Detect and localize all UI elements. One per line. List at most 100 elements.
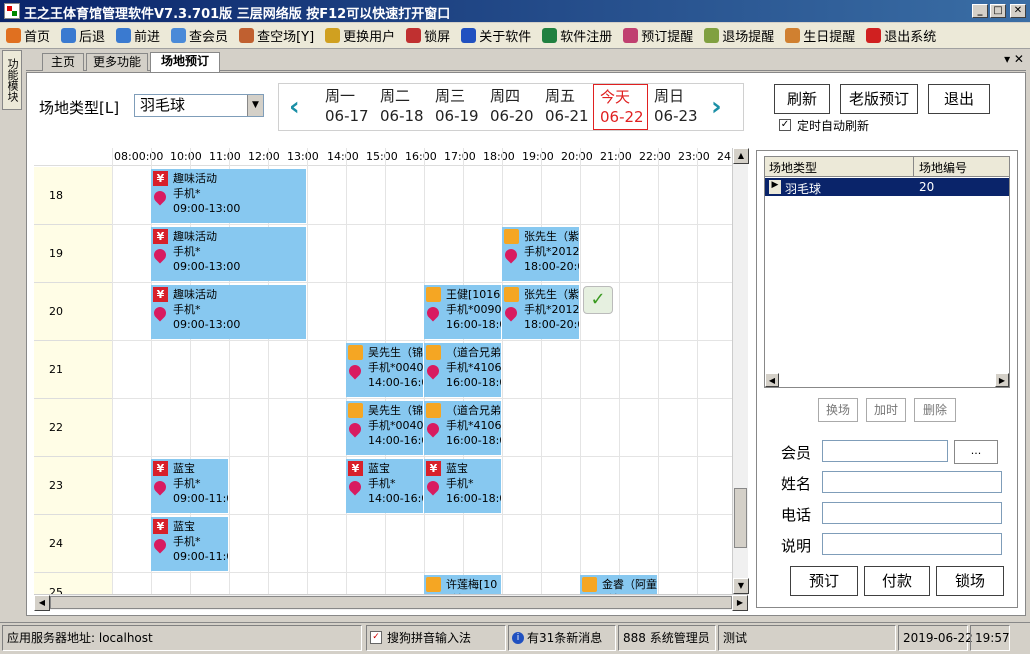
toolbar-search-court-button[interactable]: 查空场[Y]: [239, 26, 314, 45]
close-button[interactable]: ✕: [1010, 4, 1026, 18]
location-pin-icon: [151, 478, 169, 496]
booking-block[interactable]: ¥ 蓝宝 手机* 09:00-11:0: [151, 517, 228, 571]
scroll-thumb[interactable]: [734, 488, 747, 548]
toolbar-home-button[interactable]: 首页: [6, 26, 50, 45]
maximize-button[interactable]: □: [990, 4, 1006, 18]
function-modules-tab[interactable]: 功能模块: [2, 50, 22, 110]
booking-block[interactable]: 王健[1016 手机*0090 16:00-18:0: [424, 285, 501, 339]
toolbar-booking-reminder-button[interactable]: 预订提醒: [623, 26, 693, 45]
booking-block[interactable]: ¥ 趣味活动 手机* 09:00-13:00: [151, 285, 306, 339]
note-field[interactable]: [822, 533, 1002, 555]
booking-block[interactable]: （道合兄弟 手机*4106 16:00-18:0: [424, 401, 501, 455]
toolbar-forward-arrow-button[interactable]: 前进: [116, 26, 160, 45]
grid-column-line: [307, 148, 308, 594]
booking-block[interactable]: 吴先生（锦 手机*0040 14:00-16:0: [346, 401, 423, 455]
old-booking-button[interactable]: 老版预订: [840, 84, 918, 114]
book-button[interactable]: 预订: [790, 566, 858, 596]
booking-time: 16:00-18:0: [446, 318, 501, 331]
paid-icon: ¥: [153, 519, 168, 534]
vertical-scrollbar[interactable]: ▲ ▼: [732, 148, 749, 594]
booking-phone: 手机*4106: [446, 419, 501, 432]
day-date: 06-23: [654, 107, 698, 125]
booking-block[interactable]: ¥ 蓝宝 手机* 14:00-16:0: [346, 459, 423, 513]
switch-user-icon: [325, 28, 341, 43]
booking-block[interactable]: 许莲梅[10手机*: [424, 575, 501, 594]
next-week-icon[interactable]: ›: [711, 92, 722, 122]
booking-phone: 手机*: [368, 477, 396, 490]
scroll-right-icon[interactable]: ▶: [732, 595, 748, 611]
server-address: 应用服务器地址: localhost: [2, 625, 362, 651]
booking-block[interactable]: （道合兄弟 手机*4106 16:00-18:0: [424, 343, 501, 397]
venue-type-label: 场地类型[L]: [39, 99, 120, 117]
toolbar-lock-button[interactable]: 锁屏: [406, 26, 450, 45]
tab-close-icon[interactable]: ▾ ✕: [1004, 52, 1024, 66]
extend-time-button[interactable]: 加时: [866, 398, 906, 422]
refresh-button[interactable]: 刷新: [774, 84, 830, 114]
tab-court-booking[interactable]: 场地预订: [150, 52, 220, 72]
day-06-22[interactable]: 今天 06-22: [593, 84, 648, 130]
minimize-button[interactable]: _: [972, 4, 988, 18]
horizontal-scrollbar[interactable]: ◀ ▶: [34, 594, 748, 611]
toolbar-info-button[interactable]: 关于软件: [461, 26, 531, 45]
booking-block[interactable]: ¥ 趣味活动 手机* 09:00-13:00: [151, 227, 306, 281]
day-06-21[interactable]: 周五 06-21: [539, 84, 594, 130]
toolbar-label: 退出系统: [884, 30, 937, 45]
booking-block[interactable]: 张先生（紫 手机*2012 18:00-20:0: [502, 285, 579, 339]
toolbar-back-arrow-button[interactable]: 后退: [61, 26, 105, 45]
court-number-cell: 20: [919, 180, 935, 194]
ime-status: ✓ 搜狗拼音输入法: [366, 625, 506, 651]
booking-phone: 手机*0040: [368, 361, 423, 374]
toolbar-register-button[interactable]: 软件注册: [542, 26, 612, 45]
day-06-19[interactable]: 周三 06-19: [429, 84, 484, 130]
confirm-check-icon[interactable]: ✓: [583, 286, 613, 314]
toolbar-switch-user-button[interactable]: 更换用户: [325, 26, 395, 45]
day-name: 周二: [380, 87, 411, 105]
location-pin-icon: [151, 188, 169, 206]
member-browse-button[interactable]: ...: [954, 440, 998, 464]
pay-button[interactable]: 付款: [864, 566, 930, 596]
booking-time: 14:00-16:0: [368, 376, 423, 389]
member-field[interactable]: [822, 440, 948, 462]
booking-block[interactable]: 吴先生（锦 手机*0040 14:00-16:0: [346, 343, 423, 397]
day-06-18[interactable]: 周二 06-18: [374, 84, 429, 130]
day-06-17[interactable]: 周一 06-17: [319, 84, 374, 130]
tab-home[interactable]: 主页: [42, 53, 84, 71]
scroll-up-icon[interactable]: ▲: [733, 148, 749, 164]
lock-court-button[interactable]: 锁场: [936, 566, 1004, 596]
booking-block[interactable]: ¥ 趣味活动 手机* 09:00-13:00: [151, 169, 306, 223]
messages-status[interactable]: i 有31条新消息: [508, 625, 616, 651]
scroll-down-icon[interactable]: ▼: [733, 578, 749, 594]
auto-refresh-checkbox[interactable]: ✓: [779, 119, 791, 131]
scroll-left-icon[interactable]: ◀: [34, 595, 50, 611]
paid-icon: ¥: [153, 171, 168, 186]
location-pin-icon: [346, 362, 364, 380]
toolbar-power-button[interactable]: 退出系统: [866, 26, 936, 45]
h-scroll-thumb[interactable]: [50, 596, 732, 609]
booking-block[interactable]: ¥ 蓝宝 手机* 16:00-18:0: [424, 459, 501, 513]
booking-block[interactable]: ¥ 蓝宝 手机* 09:00-11:0: [151, 459, 228, 513]
booking-block[interactable]: 张先生（紫 手机*2012 18:00-20:0: [502, 227, 579, 281]
day-06-23[interactable]: 周日 06-23: [648, 84, 703, 130]
venue-type-select[interactable]: 羽毛球 ▼: [134, 94, 264, 117]
booking-phone: 手机*2012: [524, 245, 579, 258]
toolbar-member-button[interactable]: 查会员: [171, 26, 228, 45]
day-name: 周日: [654, 87, 685, 105]
previous-week-icon[interactable]: ‹: [289, 92, 300, 122]
table-scroll-left-icon[interactable]: ◀: [765, 373, 779, 387]
exit-button[interactable]: 退出: [928, 84, 990, 114]
dropdown-arrow-icon[interactable]: ▼: [247, 95, 263, 116]
toolbar-exit-reminder-button[interactable]: 退场提醒: [704, 26, 774, 45]
phone-field[interactable]: [822, 502, 1002, 524]
tab-more-functions[interactable]: 更多功能: [86, 53, 148, 71]
swap-court-button[interactable]: 换场: [818, 398, 858, 422]
delete-booking-button[interactable]: 删除: [914, 398, 956, 422]
booking-block[interactable]: 金睿（阿童手机*: [580, 575, 657, 594]
name-field[interactable]: [822, 471, 1002, 493]
toolbar-birthday-button[interactable]: 生日提醒: [785, 26, 855, 45]
toolbar-label: 后退: [79, 30, 106, 45]
table-scroll-right-icon[interactable]: ▶: [995, 373, 1009, 387]
court-row-label: 18: [34, 167, 112, 225]
table-row[interactable]: ▶ 羽毛球 20: [765, 178, 1009, 196]
day-06-20[interactable]: 周四 06-20: [484, 84, 539, 130]
info-icon: i: [512, 632, 524, 644]
